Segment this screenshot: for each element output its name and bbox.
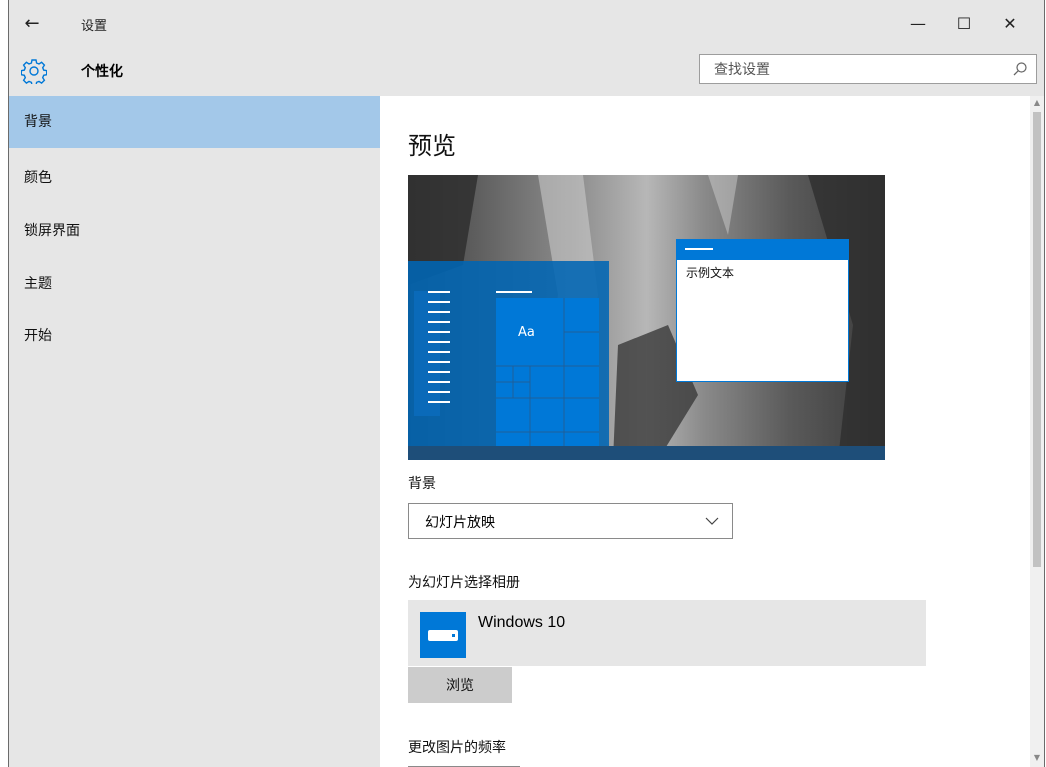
- page-title: 个性化: [81, 64, 123, 80]
- frequency-label: 更改图片的频率: [408, 740, 506, 756]
- back-arrow-icon: ←: [24, 13, 40, 34]
- sample-window-preview: 示例文本: [676, 239, 849, 382]
- tiles-preview: [496, 298, 599, 447]
- close-button[interactable]: ✕: [987, 10, 1033, 38]
- sidebar-item-start[interactable]: 开始: [9, 310, 380, 362]
- header: 个性化: [9, 48, 1044, 96]
- chevron-down-icon: [705, 517, 719, 525]
- sidebar-item-lock-screen[interactable]: 锁屏界面: [9, 205, 380, 257]
- tile-sample-text: Aa: [518, 325, 535, 340]
- preview-heading: 预览: [408, 132, 456, 160]
- main-content: 预览 Aa 示例文本 背景 幻灯片放映 为幻灯片选择相册 Windows 10 …: [380, 96, 1030, 767]
- background-label: 背景: [408, 476, 436, 492]
- background-preview: Aa 示例文本: [408, 175, 885, 460]
- sidebar-item-themes[interactable]: 主题: [9, 258, 380, 310]
- gear-icon: [21, 59, 47, 84]
- search-input[interactable]: [712, 59, 1006, 81]
- start-menu-preview: Aa: [408, 261, 609, 447]
- browse-button[interactable]: 浏览: [408, 667, 512, 703]
- album-item[interactable]: Windows 10: [408, 600, 926, 666]
- title-bar: ← 设置 — ☐ ✕: [9, 0, 1044, 48]
- minimize-icon: —: [910, 14, 926, 33]
- search-box[interactable]: [699, 54, 1037, 84]
- maximize-button[interactable]: ☐: [941, 10, 987, 38]
- scroll-down-icon[interactable]: ▼: [1030, 751, 1044, 765]
- scroll-thumb[interactable]: [1033, 112, 1041, 567]
- sample-window-text: 示例文本: [686, 266, 735, 280]
- background-select[interactable]: 幻灯片放映: [408, 503, 733, 539]
- back-button[interactable]: ←: [19, 12, 45, 36]
- background-select-value: 幻灯片放映: [425, 515, 495, 531]
- sidebar: 背景 颜色 锁屏界面 主题 开始: [9, 96, 380, 767]
- maximize-icon: ☐: [956, 14, 972, 33]
- scrollbar[interactable]: ▲ ▼: [1030, 96, 1044, 767]
- album-name: Windows 10: [478, 614, 566, 631]
- close-icon: ✕: [1003, 14, 1017, 33]
- sidebar-item-background[interactable]: 背景: [9, 96, 380, 148]
- album-label: 为幻灯片选择相册: [408, 575, 520, 591]
- monitor-icon: [420, 612, 466, 658]
- search-icon[interactable]: [1012, 61, 1028, 77]
- scroll-up-icon[interactable]: ▲: [1030, 96, 1044, 110]
- taskbar-preview: [408, 446, 885, 460]
- sidebar-item-colors[interactable]: 颜色: [9, 152, 380, 204]
- minimize-button[interactable]: —: [895, 10, 941, 38]
- window-title: 设置: [81, 19, 108, 34]
